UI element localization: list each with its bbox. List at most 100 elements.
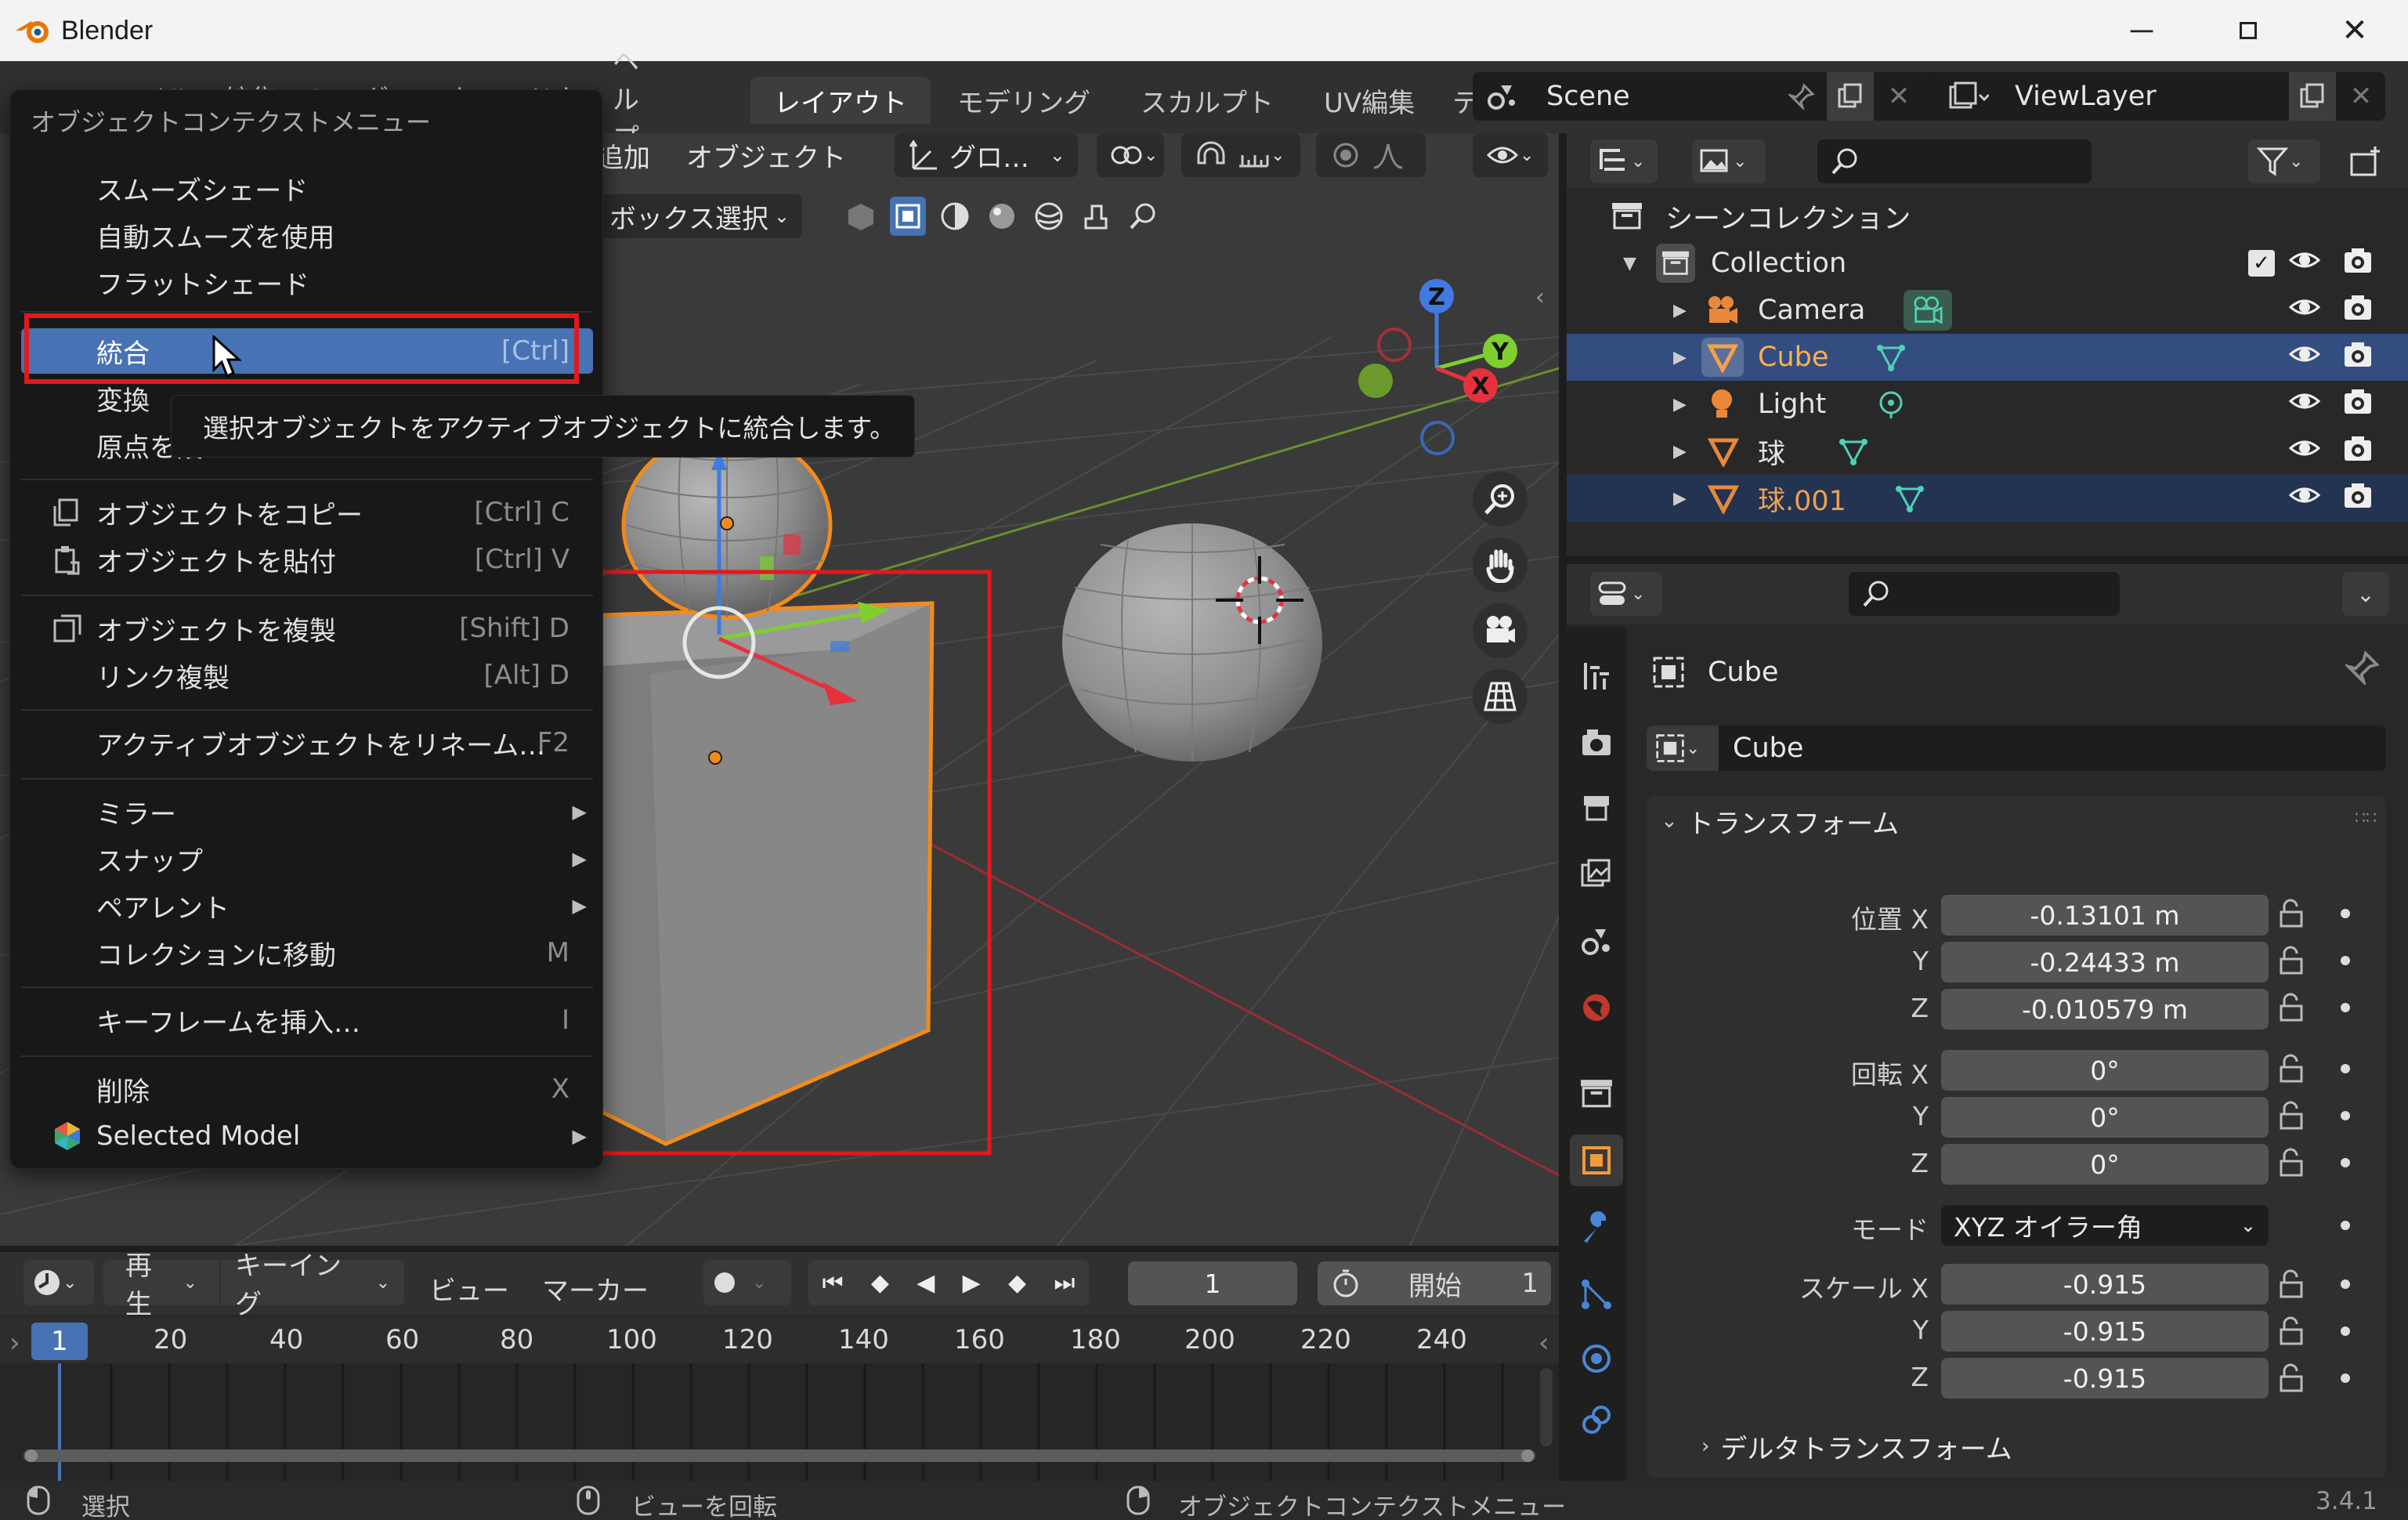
menu-item-snap[interactable]: スナップ ▶ — [21, 836, 593, 881]
scene-icon[interactable] — [1473, 81, 1535, 112]
properties-search-input[interactable] — [1849, 572, 2120, 616]
menu-item-duplicate-linked[interactable]: リンク複製 [Alt] D — [21, 653, 593, 698]
visibility-dropdown[interactable]: ⌄ — [1473, 133, 1548, 177]
camera-render-icon[interactable] — [2342, 293, 2374, 321]
view-layer-name[interactable]: ViewLayer — [2015, 81, 2157, 112]
constraints-tab-icon[interactable] — [1579, 1402, 1614, 1437]
menu-view[interactable]: ビュー — [429, 1269, 509, 1308]
mesh-data-icon[interactable] — [1875, 342, 1907, 373]
eye-icon[interactable] — [2287, 387, 2322, 415]
eye-icon[interactable] — [2287, 481, 2322, 509]
expand-down-icon[interactable]: ▼ — [1623, 254, 1636, 273]
modifier-wrench-icon[interactable] — [1579, 1211, 1614, 1246]
timeline-track-area[interactable] — [0, 1363, 1559, 1481]
mesh-data-icon[interactable] — [1838, 436, 1869, 467]
lock-icon[interactable] — [2276, 1316, 2308, 1347]
delete-scene-icon[interactable]: ✕ — [1875, 72, 1922, 121]
eye-icon[interactable] — [2287, 340, 2322, 368]
eye-icon[interactable] — [2287, 246, 2322, 274]
pin-icon[interactable] — [1778, 72, 1825, 121]
object-tab-icon[interactable] — [1570, 1135, 1623, 1186]
menu-item-move-to-collection[interactable]: コレクションに移動 M — [21, 930, 593, 975]
jump-start-icon[interactable]: ⏮ — [823, 1269, 844, 1297]
output-tab-icon[interactable] — [1579, 791, 1614, 826]
camera-render-icon[interactable] — [2342, 387, 2374, 415]
outliner-row-collection[interactable]: ▼ Collection ✓ — [1567, 240, 2408, 287]
minimize-button[interactable]: ─ — [2088, 0, 2195, 61]
display-mode-dropdown[interactable]: ⌄ — [1590, 139, 1658, 183]
snap-magnet-icon[interactable] — [1194, 139, 1228, 171]
menu-item-duplicate-objects[interactable]: オブジェクトを複製 [Shift] D — [21, 606, 593, 651]
lock-icon[interactable] — [2276, 945, 2308, 976]
lock-icon[interactable] — [2276, 1053, 2308, 1084]
exclude-checkbox[interactable]: ✓ — [2248, 250, 2275, 277]
expand-right-icon[interactable]: ▶ — [1673, 348, 1687, 367]
tab-uv-editing[interactable]: UV編集 — [1300, 77, 1438, 124]
light-data-icon[interactable] — [1875, 389, 1907, 420]
location-z-field[interactable]: -0.010579 m — [1941, 989, 2269, 1030]
outliner-row-sphere-001[interactable]: ▶ 球.001 — [1567, 475, 2408, 522]
keyframe-dot-icon[interactable] — [2341, 956, 2350, 965]
menu-item-auto-smooth[interactable]: 自動スムーズを使用 — [21, 212, 593, 258]
mesh-data-icon[interactable] — [1894, 483, 1925, 514]
scale-z-field[interactable]: -0.915 — [1941, 1358, 2269, 1399]
transform-panel-header[interactable]: ⌄ トランスフォーム — [1661, 796, 1899, 846]
menu-item-rename-active[interactable]: アクティブオブジェクトをリネーム… F2 — [21, 720, 593, 765]
lock-icon[interactable] — [2276, 1147, 2308, 1178]
select-mode-dropdown[interactable]: ボックス選択 ⌄ — [597, 194, 802, 238]
expand-right-icon[interactable]: ▶ — [1673, 301, 1687, 320]
falloff-icon[interactable] — [1371, 139, 1405, 171]
lock-icon[interactable] — [2276, 1100, 2308, 1131]
rotation-x-field[interactable]: 0° — [1941, 1050, 2269, 1091]
outliner-row-sphere[interactable]: ▶ 球 — [1567, 428, 2408, 475]
new-collection-button[interactable] — [2342, 139, 2389, 183]
lock-icon[interactable] — [2276, 1268, 2308, 1300]
cube-shading-icon[interactable] — [843, 201, 879, 232]
current-frame-field[interactable]: 1 — [1128, 1261, 1297, 1305]
pivot-point-dropdown[interactable]: ⌄ — [1097, 133, 1164, 177]
camera-render-icon[interactable] — [2342, 246, 2374, 274]
brush-icon[interactable] — [1078, 201, 1114, 231]
jump-end-icon[interactable]: ⏭ — [1054, 1269, 1075, 1297]
collapse-left-icon[interactable]: › — [9, 1327, 20, 1359]
tab-sculpt[interactable]: スカルプト — [1117, 77, 1297, 124]
new-scene-icon[interactable] — [1827, 72, 1874, 121]
outliner-row-scene-collection[interactable]: シーンコレクション — [1567, 193, 2408, 240]
eye-icon[interactable] — [2287, 293, 2322, 321]
pin-icon[interactable] — [2345, 650, 2380, 685]
menu-item-selected-model[interactable]: Selected Model ▶ — [21, 1113, 593, 1159]
expand-right-icon[interactable]: ▶ — [1673, 489, 1687, 508]
current-frame-marker[interactable]: 1 — [31, 1323, 88, 1360]
playback-dropdown[interactable]: 再生 ⌄ — [103, 1250, 219, 1320]
play-reverse-icon[interactable]: ◀ — [917, 1269, 935, 1297]
zoom-button[interactable] — [1473, 472, 1528, 527]
view-layer-icon[interactable] — [1935, 81, 2002, 112]
menu-item-insert-keyframe[interactable]: キーフレームを挿入… I — [21, 997, 593, 1043]
rotation-mode-dropdown[interactable]: XYZ オイラー角 ⌄ — [1941, 1205, 2269, 1246]
next-keyframe-icon[interactable]: ◆ — [1008, 1269, 1026, 1297]
eye-icon[interactable] — [2287, 434, 2322, 462]
delete-view-layer-icon[interactable]: ✕ — [2337, 72, 2384, 121]
camera-render-icon[interactable] — [2342, 481, 2374, 509]
tool-tab-icon[interactable] — [1579, 658, 1614, 693]
menu-object[interactable]: オブジェクト — [686, 136, 846, 175]
keyframe-dot-icon[interactable] — [2341, 909, 2350, 918]
physics-tab-icon[interactable] — [1579, 1341, 1614, 1376]
snap-increment-icon[interactable] — [1236, 139, 1271, 171]
maximize-button[interactable] — [2195, 0, 2301, 61]
keying-dropdown[interactable]: キーイング ⌄ — [221, 1250, 404, 1320]
camera-render-icon[interactable] — [2342, 434, 2374, 462]
editor-type-dropdown[interactable]: ⌄ — [1590, 572, 1662, 616]
collection-tab-icon[interactable] — [1579, 1077, 1614, 1111]
scene-tab-icon[interactable] — [1579, 925, 1614, 959]
perspective-toggle-button[interactable] — [1473, 669, 1528, 724]
drag-handle-icon[interactable]: ∷∷ — [2355, 809, 2377, 828]
frame-start-field[interactable]: 開始 1 — [1318, 1261, 1551, 1305]
expand-right-icon[interactable]: ▶ — [1673, 442, 1687, 461]
tab-modeling[interactable]: モデリング — [934, 77, 1114, 124]
keyframe-dot-icon[interactable] — [2341, 1111, 2350, 1120]
scale-x-field[interactable]: -0.915 — [1941, 1264, 2269, 1305]
tab-layout[interactable]: レイアウト — [750, 77, 931, 124]
proportional-edit-icon[interactable] — [1329, 139, 1363, 171]
new-view-layer-icon[interactable] — [2289, 72, 2336, 121]
